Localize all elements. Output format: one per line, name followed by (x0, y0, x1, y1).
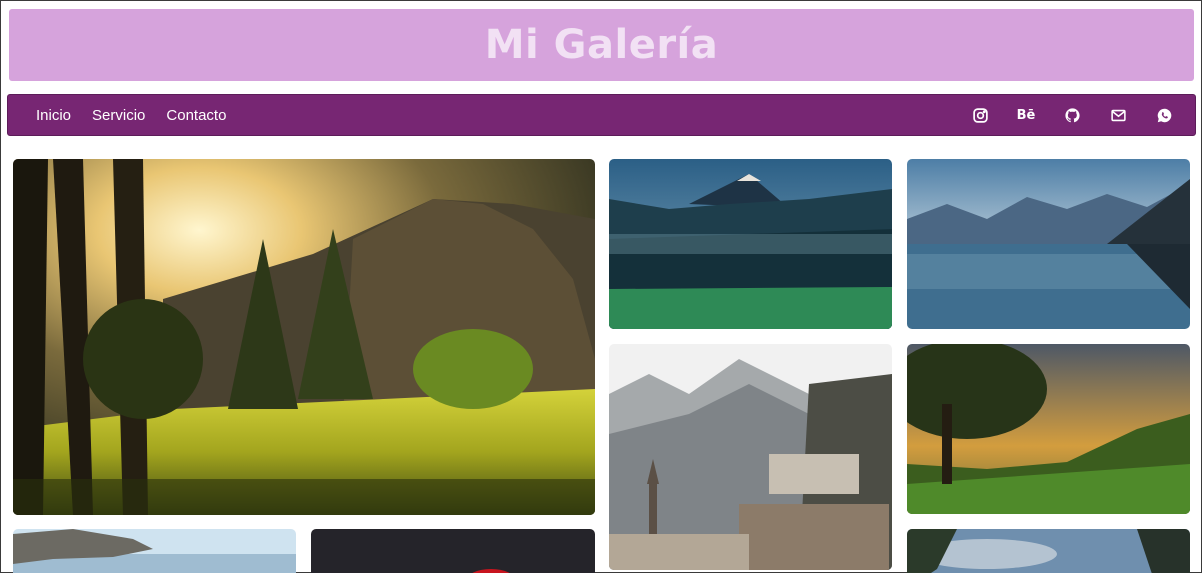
sky-partial-image (907, 529, 1190, 573)
gallery-image-mountain-lake[interactable] (907, 159, 1190, 329)
behance-label: Bē (1016, 107, 1036, 123)
gallery-image-sky-partial[interactable] (907, 529, 1190, 573)
forest-valley-image (13, 159, 595, 515)
whatsapp-icon[interactable] (1155, 106, 1173, 124)
village-image (609, 344, 892, 570)
main-navbar: Inicio Servicio Contacto Bē (7, 94, 1196, 136)
instagram-icon[interactable] (971, 106, 989, 124)
mail-icon[interactable] (1109, 106, 1127, 124)
gallery-image-rock-ledge[interactable] (13, 529, 296, 573)
nav-link-inicio[interactable]: Inicio (36, 107, 71, 124)
rock-ledge-image (13, 529, 296, 573)
volcano-image (609, 159, 892, 329)
social-icons: Bē (971, 106, 1173, 124)
github-icon[interactable] (1063, 106, 1081, 124)
nav-links: Inicio Servicio Contacto (36, 107, 226, 124)
dark-image (311, 529, 595, 573)
gallery-image-dark[interactable] (311, 529, 595, 573)
site-header: Mi Galería (9, 9, 1194, 81)
gallery-image-village[interactable] (609, 344, 892, 570)
nav-link-contacto[interactable]: Contacto (166, 107, 226, 124)
site-title: Mi Galería (484, 22, 719, 68)
gallery-image-forest-valley[interactable] (13, 159, 595, 515)
behance-icon[interactable]: Bē (1016, 106, 1036, 124)
gallery-image-hills-sunset[interactable] (907, 344, 1190, 514)
hills-sunset-image (907, 344, 1190, 514)
mountain-lake-image (907, 159, 1190, 329)
gallery-image-volcano[interactable] (609, 159, 892, 329)
nav-link-servicio[interactable]: Servicio (92, 107, 145, 124)
